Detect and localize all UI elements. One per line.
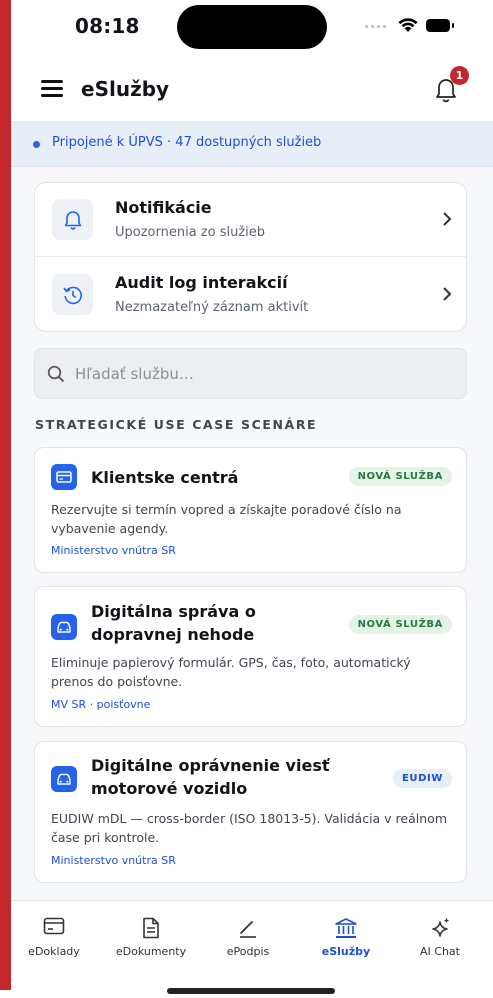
service-title: Digitálne oprávnenie viesť motorové vozi… xyxy=(91,756,330,798)
car-icon xyxy=(51,766,77,792)
chevron-right-icon xyxy=(443,287,452,301)
hamburger-menu-icon[interactable] xyxy=(41,78,65,98)
nav-item-esluzby[interactable]: eSlužby xyxy=(303,901,389,971)
phone-screen: 08:18 eSlužby 1 Pripojené k ÚPVS · 47 do… xyxy=(11,0,493,998)
status-bar: 08:18 xyxy=(11,0,493,56)
search-input[interactable] xyxy=(75,362,445,386)
service-description: EUDIW mDL — cross-border (ISO 18013-5). … xyxy=(51,811,447,845)
nav-label: eDoklady xyxy=(28,945,80,958)
chevron-right-icon xyxy=(443,212,452,226)
audit-log-row[interactable]: Audit log interakcií Nezmazateľný záznam… xyxy=(35,258,466,331)
new-service-badge: NOVÁ SLUŽBA xyxy=(348,467,452,486)
notifications-title: Notifikácie xyxy=(115,198,212,217)
nav-item-epodpis[interactable]: ePodpis xyxy=(205,901,291,971)
audit-log-subtitle: Nezmazateľný záznam aktivít xyxy=(115,300,309,315)
wallet-card-icon xyxy=(43,917,65,935)
status-dot xyxy=(33,141,40,148)
dynamic-island xyxy=(177,5,327,49)
new-service-badge: NOVÁ SLUŽBA xyxy=(348,615,452,634)
eudiw-badge: EUDIW xyxy=(392,769,452,788)
nav-label: eSlužby xyxy=(321,945,371,958)
notification-badge: 1 xyxy=(450,66,469,85)
sparkle-icon xyxy=(432,918,449,937)
service-title: Klientske centrá xyxy=(91,468,239,487)
left-edge-bar xyxy=(0,0,11,990)
nav-item-edoklady[interactable]: eDoklady xyxy=(11,901,97,971)
notifications-button[interactable]: 1 xyxy=(433,66,469,106)
nav-label: ePodpis xyxy=(226,945,270,958)
quick-actions-card: Notifikácie Upozornenia zo služieb Audit… xyxy=(34,182,467,332)
history-icon xyxy=(52,274,93,315)
page-title: eSlužby xyxy=(81,77,170,101)
home-indicator xyxy=(167,988,335,994)
notifications-row[interactable]: Notifikácie Upozornenia zo služieb xyxy=(35,183,466,257)
pen-icon xyxy=(240,921,256,938)
bell-icon xyxy=(52,199,93,240)
bottom-navigation: eDoklady eDokumenty ePodpis eSlužby AI C… xyxy=(11,900,493,998)
search-icon xyxy=(47,365,65,383)
signal-icon xyxy=(365,25,386,28)
nav-item-edokumenty[interactable]: eDokumenty xyxy=(108,901,194,971)
document-icon xyxy=(143,917,159,939)
bank-icon xyxy=(335,918,357,938)
search-bar[interactable] xyxy=(34,348,467,399)
service-card-vodicske-opravnenie[interactable]: Digitálne oprávnenie viesť motorové vozi… xyxy=(34,741,467,883)
service-description: Rezervujte si termín vopred a získajte p… xyxy=(51,502,402,536)
section-heading: STRATEGICKÉ USE CASE SCENÁRE xyxy=(35,417,318,432)
audit-log-title: Audit log interakcií xyxy=(115,273,288,292)
status-time: 08:18 xyxy=(75,14,140,38)
id-card-icon xyxy=(51,464,77,490)
battery-icon xyxy=(426,19,454,32)
service-card-klientske-centra[interactable]: Klientske centrá NOVÁ SLUŽBA Rezervujte … xyxy=(34,447,467,573)
car-icon xyxy=(51,614,77,640)
app-header: eSlužby 1 xyxy=(11,56,493,122)
notifications-subtitle: Upozornenia zo služieb xyxy=(115,225,266,240)
nav-label: AI Chat xyxy=(420,945,460,958)
service-ministry: Ministerstvo vnútra SR xyxy=(51,544,176,557)
nav-label: eDokumenty xyxy=(115,945,187,958)
service-title: Digitálna správa o dopravnej nehode xyxy=(91,602,256,644)
service-ministry: MV SR · poisťovne xyxy=(51,698,151,711)
service-ministry: Ministerstvo vnútra SR xyxy=(51,854,176,867)
wifi-icon xyxy=(398,18,418,32)
connection-banner: Pripojené k ÚPVS · 47 dostupných služieb xyxy=(11,122,493,167)
nav-item-ai-chat[interactable]: AI Chat xyxy=(397,901,483,971)
service-description: Eliminuje papierový formulár. GPS, čas, … xyxy=(51,655,411,689)
service-card-dopravna-nehoda[interactable]: Digitálna správa o dopravnej nehode NOVÁ… xyxy=(34,586,467,727)
connection-status-text: Pripojené k ÚPVS · 47 dostupných služieb xyxy=(52,135,322,150)
